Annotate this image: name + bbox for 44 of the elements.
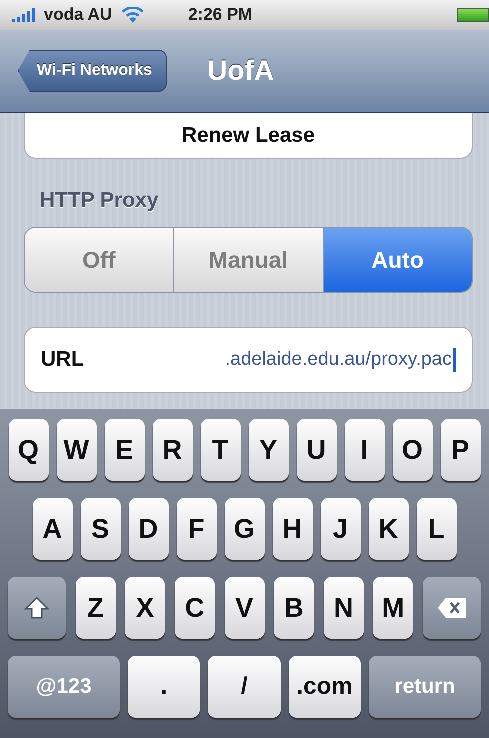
key[interactable]: N [324, 577, 364, 639]
key[interactable]: G [224, 498, 264, 560]
key[interactable]: .com [288, 656, 361, 718]
key[interactable]: Z [76, 577, 116, 639]
key[interactable]: C [174, 577, 215, 639]
shift-key[interactable] [8, 577, 66, 639]
key[interactable]: A [32, 498, 72, 560]
key[interactable]: L [416, 498, 456, 560]
key[interactable]: P [440, 419, 480, 481]
key[interactable]: Y [248, 419, 288, 481]
segment-tab[interactable]: Auto [324, 228, 472, 292]
key[interactable]: . [128, 656, 200, 718]
key[interactable]: W [56, 419, 96, 481]
key[interactable]: / [208, 656, 281, 718]
key[interactable]: O [392, 419, 432, 481]
key[interactable]: T [200, 419, 240, 481]
shift-arrow-icon [24, 596, 50, 620]
key[interactable]: R [152, 419, 192, 481]
url-field[interactable]: URL .adelaide.edu.au/proxy.pac [24, 327, 473, 393]
key[interactable]: K [368, 498, 408, 560]
key[interactable]: F [176, 498, 216, 560]
key[interactable]: M [373, 577, 414, 639]
backspace-icon [437, 597, 467, 619]
key[interactable]: Q [8, 419, 48, 481]
key[interactable]: S [80, 498, 120, 560]
renew-lease-button[interactable]: Renew Lease [24, 113, 473, 159]
key[interactable]: U [296, 419, 336, 481]
back-button[interactable]: Wi-Fi Networks [18, 50, 168, 92]
battery-icon [457, 8, 489, 22]
section-title: HTTP Proxy [40, 189, 160, 213]
key[interactable]: X [125, 577, 166, 639]
key[interactable]: D [128, 498, 168, 560]
clock-time: 2:26 PM [188, 5, 254, 25]
key[interactable]: J [320, 498, 360, 560]
carrier-name: voda AU [44, 5, 112, 25]
nav-title: UofA [207, 55, 274, 87]
key[interactable]: V [224, 577, 264, 639]
key[interactable]: H [272, 498, 312, 560]
delete-key[interactable] [423, 577, 481, 639]
key[interactable]: B [274, 577, 314, 639]
key[interactable]: I [344, 419, 384, 481]
key[interactable]: E [104, 419, 144, 481]
wifi-icon [122, 7, 144, 23]
signal-icon [12, 8, 38, 22]
